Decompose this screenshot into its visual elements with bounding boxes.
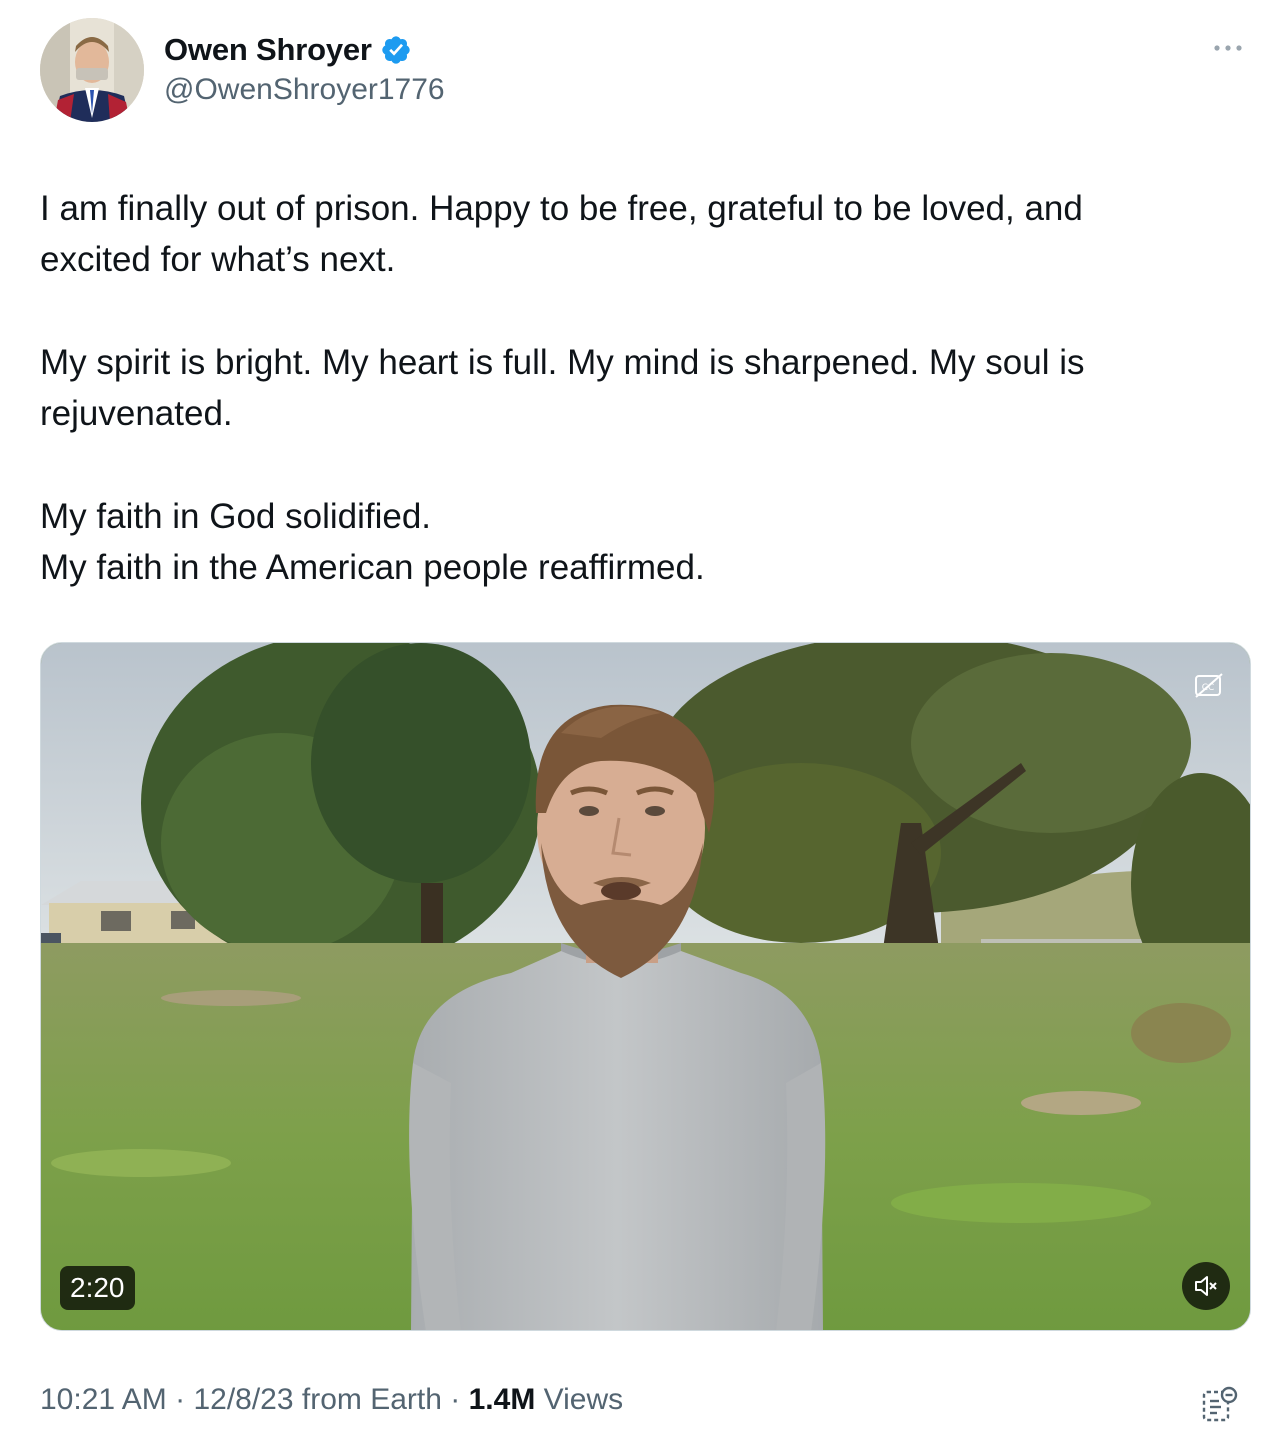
meta-separator: · <box>450 1383 461 1416</box>
author-display-name[interactable]: Owen Shroyer <box>164 32 372 68</box>
tweet-line: excited for what’s next. <box>40 240 396 279</box>
tweet-time[interactable]: 10:21 AM <box>40 1383 167 1416</box>
tweet-header: Owen Shroyer @OwenShroyer1776 <box>40 18 1250 124</box>
author-handle[interactable]: @OwenShroyer1776 <box>164 73 445 107</box>
views-label: Views <box>543 1383 624 1416</box>
verified-badge-icon[interactable] <box>380 34 412 66</box>
speaker-muted-icon[interactable] <box>1182 1262 1230 1310</box>
tweet-line: My faith in God solidified. <box>40 497 432 536</box>
post-analytics-icon[interactable] <box>1199 1384 1239 1424</box>
tweet-line: My faith in the American people reaffirm… <box>40 548 705 587</box>
tweet-text: I am finally out of prison. Happy to be … <box>40 183 1230 593</box>
tweet-line: I am finally out of prison. Happy to be … <box>40 189 1083 228</box>
meta-separator: · <box>175 1383 186 1416</box>
more-horizontal-icon[interactable] <box>1208 36 1248 60</box>
name-row: Owen Shroyer <box>164 30 412 70</box>
video-player[interactable]: CC 2:20 <box>40 642 1251 1331</box>
tweet-meta: 10:21 AM · 12/8/23 from Earth · 1.4M Vie… <box>40 1383 623 1417</box>
avatar[interactable] <box>40 18 144 122</box>
tweet-date[interactable]: 12/8/23 <box>193 1383 293 1416</box>
closed-captions-icon[interactable]: CC <box>1194 673 1224 699</box>
video-frame <box>41 643 1250 1330</box>
tweet-line: My spirit is bright. My heart is full. M… <box>40 343 1085 382</box>
views-count: 1.4M <box>468 1383 536 1416</box>
video-duration: 2:20 <box>60 1266 135 1310</box>
tweet-source: from Earth <box>301 1383 442 1416</box>
tweet-line: rejuvenated. <box>40 394 233 433</box>
